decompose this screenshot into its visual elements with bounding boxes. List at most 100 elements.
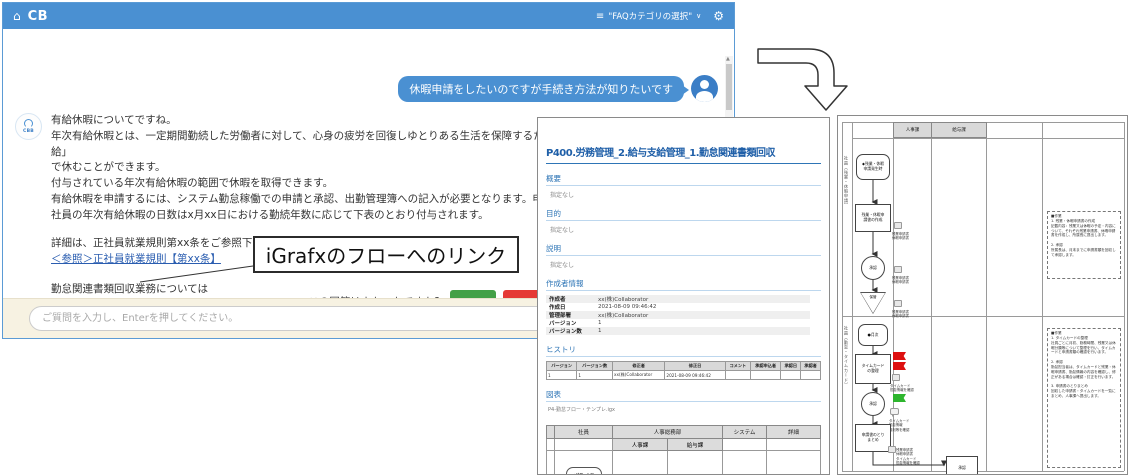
section-purpose-label: 目的	[546, 208, 821, 221]
history-col: バージョン	[545, 361, 578, 371]
note-caption: タイムカード 勤怠情報を確認	[890, 384, 914, 393]
app-title: CB	[27, 8, 49, 24]
history-cell	[800, 370, 821, 380]
lane-hr-dept: 人事総務部	[612, 425, 723, 439]
flow-approval-node-3: 承認	[946, 456, 978, 474]
annotation-text: iGrafxのフローへのリンク	[265, 244, 507, 268]
flow-header-hr: 人事課	[893, 122, 932, 138]
annotation-callout: iGrafxのフローへのリンク	[253, 236, 519, 273]
author-key: バージョン	[549, 321, 577, 327]
green-flag-icon	[893, 394, 906, 402]
menu-icon: ≡	[595, 10, 605, 22]
user-avatar-icon	[691, 75, 718, 102]
note-caption: 残業申請書 休暇申請書	[892, 276, 909, 285]
figure-file-name: P4-勤怠フロー・テンプレ.igx	[548, 407, 615, 413]
document-title: P400.労務管理_2.給与支給管理_1.勤怠関連書類回収	[546, 144, 821, 164]
faq-selector-label: "FAQカテゴリの選択"	[608, 12, 693, 22]
author-val: 1	[598, 328, 602, 334]
note-caption: タイムカード 勤怠情報 時刻等を確認	[889, 419, 910, 432]
lane-employee: 社員	[554, 425, 613, 439]
chat-header: ⌂ CB ≡ "FAQカテゴリの選択" ∨ ⚙	[3, 3, 734, 29]
flow-header-payroll: 給与課	[931, 122, 987, 138]
section-purpose-value: 指定なし	[550, 227, 575, 234]
lane-label-top: 社員（残業・休暇申請）	[844, 156, 849, 208]
history-col: 承認申込者	[749, 361, 782, 371]
red-flag-icon	[893, 352, 906, 360]
flow-approval-node-2: 承認	[861, 392, 885, 416]
chat-scrollbar-thumb[interactable]	[726, 64, 732, 110]
red-flag-icon	[893, 362, 906, 370]
flow-process-timecard: タイムカード の整理	[855, 354, 891, 384]
comment-bubble-icon	[890, 408, 899, 417]
document-note-icon	[894, 222, 902, 229]
history-col: 修正者	[611, 361, 666, 371]
user-message-bubble: 休暇申請をしたいのですが手続き方法が知りたいです	[398, 75, 689, 102]
note-caption: 残業申請書 休暇申請書	[892, 310, 909, 319]
flow-process-collect: 申請書のとり まとめ	[855, 424, 891, 452]
section-overview-label: 概要	[546, 173, 821, 186]
note-caption: 残業申請書 休暇申請書	[892, 232, 909, 241]
igrafx-flowchart-panel: 人事課 給与課 社員（残業・休暇申請） 社員（勤怠・タイムカード） ◆残業・休暇…	[837, 115, 1128, 475]
history-cell: 2021-08-09 09:46:42	[664, 370, 726, 380]
lane-label-bottom: 社員（勤怠・タイムカード）	[844, 326, 849, 387]
section-figure-label: 図表	[546, 389, 821, 402]
document-note-icon	[892, 374, 900, 381]
history-cell: 1	[576, 370, 613, 380]
author-info-table: 作成者 xx(株)Collaborator 作成日 2021-08-09 09:46…	[546, 295, 810, 335]
history-table: バージョン バージョン数 修正者 修正日 コメント 承認申込者 承認日 承認者 …	[545, 361, 821, 380]
flow-process-create-request: 残業・休暇申 請書の作成	[855, 204, 891, 232]
author-key: 作成日	[549, 305, 566, 311]
history-cell	[724, 370, 751, 380]
sublane-hr: 人事課	[612, 438, 668, 451]
author-val: xx(株)Collaborator	[598, 313, 649, 319]
elbow-arrow-shape	[757, 48, 848, 111]
history-cell	[749, 370, 782, 380]
work-rules-link[interactable]: ＜参照＞正社員就業規則【第xx条】	[51, 253, 221, 265]
note-caption: 残業申請書 休暇申請書 タイムカード 勤怠情報を確認	[896, 448, 920, 466]
author-val: xx(株)Collaborator	[598, 297, 649, 303]
user-message-row: 休暇申請をしたいのですが手続き方法が知りたいです	[398, 75, 718, 102]
history-col: 承認日	[780, 361, 802, 371]
history-cell: 1	[545, 370, 578, 380]
history-col: 修正日	[664, 361, 726, 371]
author-key: 管理部署	[549, 313, 572, 319]
history-col: コメント	[724, 361, 751, 371]
bot-avatar-label: CBB	[22, 129, 35, 134]
work-note-box-2: ■作業 1. タイムカードの整理 社員ごとに月初、勤務時間、残業又は休暇分類等に…	[1047, 328, 1121, 468]
home-icon[interactable]: ⌂	[13, 9, 21, 23]
bot-avatar-icon: CBB	[15, 113, 42, 140]
section-overview-value: 指定なし	[550, 192, 575, 199]
screenshot-stage: ⌂ CB ≡ "FAQカテゴリの選択" ∨ ⚙ 休暇申請をしたいのですが手続き方…	[0, 0, 1133, 475]
document-note-icon	[894, 300, 902, 307]
flow-start-node: ◆残業・休暇 申請発生時	[856, 154, 890, 180]
author-val: 2021-08-09 09:46:42	[598, 304, 657, 310]
igrafx-document-panel: P400.労務管理_2.給与支給管理_1.勤怠関連書類回収 概要 指定なし 目的…	[537, 117, 830, 475]
lane-detail: 詳細	[766, 425, 821, 439]
author-val: 1	[598, 320, 602, 326]
scroll-up-icon[interactable]: ▲	[726, 56, 730, 62]
section-author-label: 作成者情報	[546, 278, 821, 291]
author-key: バージョン数	[549, 329, 582, 335]
preview-start-node: ◆残業・休暇 申請発生時	[565, 467, 602, 474]
history-cell: xx(株)Collaborator	[611, 370, 666, 380]
document-note-icon	[888, 446, 896, 453]
faq-category-selector[interactable]: ≡ "FAQカテゴリの選択" ∨	[595, 10, 702, 23]
history-col: 承認者	[800, 361, 821, 371]
flow-preview-table: 社員 人事総務部 システム 詳細 人事課 給与課 ◆残業・休暇 申請発生時	[546, 425, 821, 474]
sublane-payroll: 給与課	[667, 438, 723, 451]
flow-monthly-start-node: ●月次	[858, 324, 888, 346]
lane-system: システム	[722, 425, 767, 439]
bot-logo-arc	[24, 119, 33, 128]
author-key: 作成者	[549, 297, 566, 303]
flow-storage-node: 保管	[869, 295, 877, 299]
gear-icon[interactable]: ⚙	[713, 9, 724, 23]
history-cell	[780, 370, 802, 380]
section-description-label: 説明	[546, 243, 821, 256]
flow-approval-node-1: 承認	[861, 256, 885, 280]
section-description-value: 指定なし	[550, 262, 575, 269]
history-col: バージョン数	[576, 361, 613, 371]
history-row: 1 1 xx(株)Collaborator 2021-08-09 09:46:4…	[545, 370, 821, 380]
work-note-box-1: ■作業 1. 残業・休暇申請書の作成 記載内容：残業又は休暇の予定・内容について…	[1047, 211, 1121, 279]
section-history-label: ヒストリ	[546, 344, 821, 357]
chevron-down-icon: ∨	[696, 12, 702, 20]
